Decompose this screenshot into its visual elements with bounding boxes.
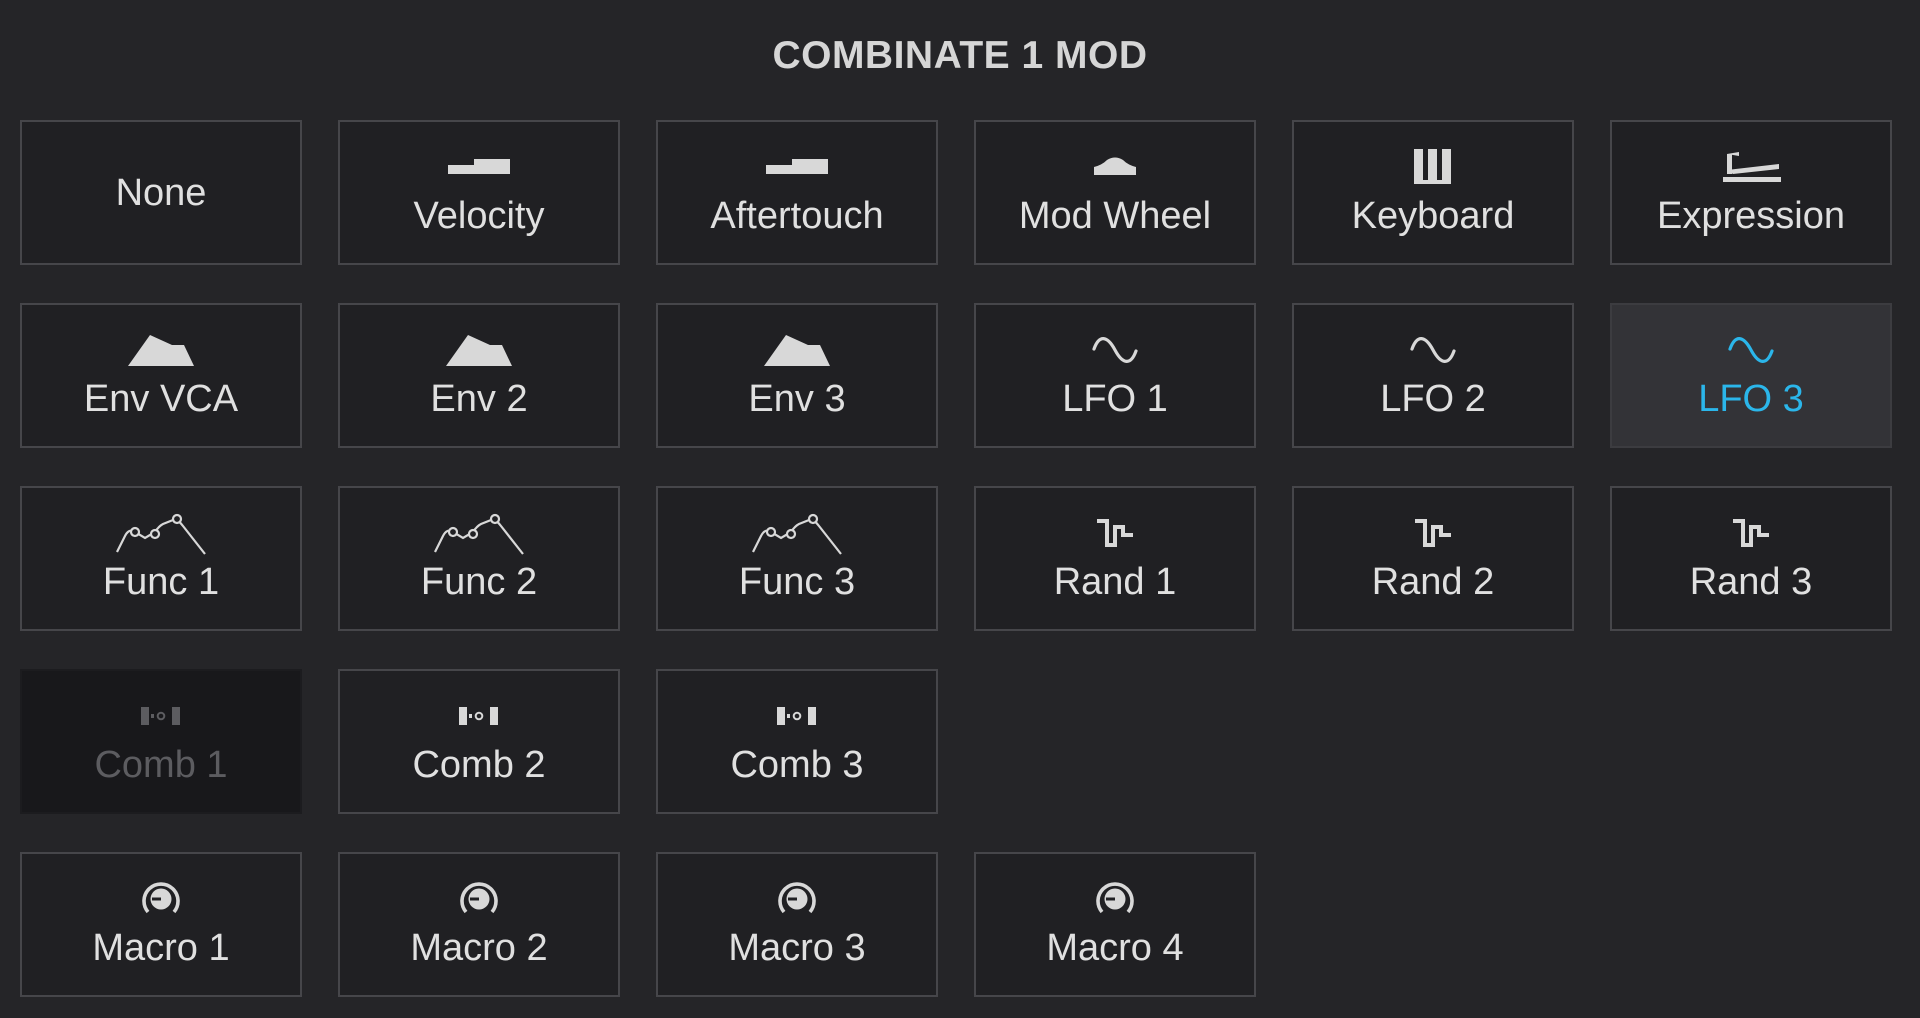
velocity-icon bbox=[448, 142, 510, 192]
mod-wheel-icon bbox=[1092, 142, 1138, 192]
mod-source-rand-2-button[interactable]: Rand 2 bbox=[1292, 486, 1574, 631]
envelope-icon bbox=[128, 325, 194, 375]
mod-source-keyboard-button[interactable]: Keyboard bbox=[1292, 120, 1574, 265]
grid-spacer bbox=[974, 669, 1256, 814]
mod-source-env-3-button[interactable]: Env 3 bbox=[656, 303, 938, 448]
function-curve-icon bbox=[751, 508, 843, 558]
mod-source-func-1-button[interactable]: Func 1 bbox=[20, 486, 302, 631]
random-step-icon bbox=[1413, 508, 1453, 558]
mod-source-panel: COMBINATE 1 MOD None Velocity Aftertouch Mo… bbox=[0, 0, 1920, 1018]
function-curve-icon bbox=[115, 508, 207, 558]
mod-source-rand-1-button[interactable]: Rand 1 bbox=[974, 486, 1256, 631]
random-step-icon bbox=[1731, 508, 1771, 558]
mod-source-macro-3-button[interactable]: Macro 3 bbox=[656, 852, 938, 997]
mod-source-env-vca-button[interactable]: Env VCA bbox=[20, 303, 302, 448]
mod-source-lfo-1-button[interactable]: LFO 1 bbox=[974, 303, 1256, 448]
mod-source-comb-1-button: Comb 1 bbox=[20, 669, 302, 814]
panel-title: COMBINATE 1 MOD bbox=[772, 34, 1148, 77]
mod-source-grid: None Velocity Aftertouch Mod Wheel Keyboard E… bbox=[20, 120, 1894, 997]
mod-source-label: Func 2 bbox=[420, 560, 538, 603]
mod-source-label: Aftertouch bbox=[710, 194, 884, 237]
mod-source-label: Rand 2 bbox=[1371, 560, 1495, 603]
mod-source-aftertouch-button[interactable]: Aftertouch bbox=[656, 120, 938, 265]
mod-source-label: Func 1 bbox=[102, 560, 220, 603]
mod-source-label: Env VCA bbox=[83, 377, 239, 420]
function-curve-icon bbox=[433, 508, 525, 558]
mod-source-label: Macro 1 bbox=[92, 926, 230, 969]
mod-source-label: Macro 4 bbox=[1046, 926, 1184, 969]
mod-source-label: None bbox=[115, 171, 207, 214]
mod-source-label: Rand 1 bbox=[1053, 560, 1177, 603]
macro-knob-icon bbox=[457, 874, 501, 924]
mod-source-label: Mod Wheel bbox=[1018, 194, 1212, 237]
mod-source-label: Comb 2 bbox=[412, 743, 546, 786]
mod-source-label: Expression bbox=[1657, 194, 1845, 237]
mod-source-env-2-button[interactable]: Env 2 bbox=[338, 303, 620, 448]
mod-source-func-3-button[interactable]: Func 3 bbox=[656, 486, 938, 631]
macro-knob-icon bbox=[775, 874, 819, 924]
mod-source-comb-2-button[interactable]: Comb 2 bbox=[338, 669, 620, 814]
mod-source-comb-3-button[interactable]: Comb 3 bbox=[656, 669, 938, 814]
combinate-icon bbox=[140, 691, 182, 741]
random-step-icon bbox=[1095, 508, 1135, 558]
mod-source-velocity-button[interactable]: Velocity bbox=[338, 120, 620, 265]
sine-wave-icon bbox=[1091, 325, 1139, 375]
mod-source-macro-2-button[interactable]: Macro 2 bbox=[338, 852, 620, 997]
expression-pedal-icon bbox=[1719, 142, 1783, 192]
mod-source-func-2-button[interactable]: Func 2 bbox=[338, 486, 620, 631]
combinate-icon bbox=[776, 691, 818, 741]
mod-source-label: Keyboard bbox=[1351, 194, 1515, 237]
macro-knob-icon bbox=[139, 874, 183, 924]
grid-spacer bbox=[1610, 669, 1892, 814]
mod-source-label: Macro 3 bbox=[728, 926, 866, 969]
macro-knob-icon bbox=[1093, 874, 1137, 924]
sine-wave-icon bbox=[1727, 325, 1775, 375]
envelope-icon bbox=[446, 325, 512, 375]
mod-source-expression-button[interactable]: Expression bbox=[1610, 120, 1892, 265]
mod-source-mod-wheel-button[interactable]: Mod Wheel bbox=[974, 120, 1256, 265]
mod-source-label: Rand 3 bbox=[1689, 560, 1813, 603]
mod-source-label: Env 3 bbox=[748, 377, 846, 420]
mod-source-lfo-3-button[interactable]: LFO 3 bbox=[1610, 303, 1892, 448]
keyboard-icon bbox=[1412, 142, 1454, 192]
aftertouch-icon bbox=[766, 142, 828, 192]
mod-source-label: Velocity bbox=[413, 194, 545, 237]
sine-wave-icon bbox=[1409, 325, 1457, 375]
mod-source-rand-3-button[interactable]: Rand 3 bbox=[1610, 486, 1892, 631]
mod-source-label: Comb 3 bbox=[730, 743, 864, 786]
mod-source-label: LFO 3 bbox=[1698, 377, 1804, 420]
mod-source-lfo-2-button[interactable]: LFO 2 bbox=[1292, 303, 1574, 448]
mod-source-label: LFO 2 bbox=[1380, 377, 1486, 420]
grid-spacer bbox=[1292, 669, 1574, 814]
mod-source-label: Comb 1 bbox=[94, 743, 228, 786]
mod-source-label: Macro 2 bbox=[410, 926, 548, 969]
mod-source-macro-1-button[interactable]: Macro 1 bbox=[20, 852, 302, 997]
envelope-icon bbox=[764, 325, 830, 375]
mod-source-label: Env 2 bbox=[430, 377, 528, 420]
mod-source-label: LFO 1 bbox=[1062, 377, 1168, 420]
combinate-icon bbox=[458, 691, 500, 741]
mod-source-macro-4-button[interactable]: Macro 4 bbox=[974, 852, 1256, 997]
mod-source-label: Func 3 bbox=[738, 560, 856, 603]
mod-source-none-button[interactable]: None bbox=[20, 120, 302, 265]
